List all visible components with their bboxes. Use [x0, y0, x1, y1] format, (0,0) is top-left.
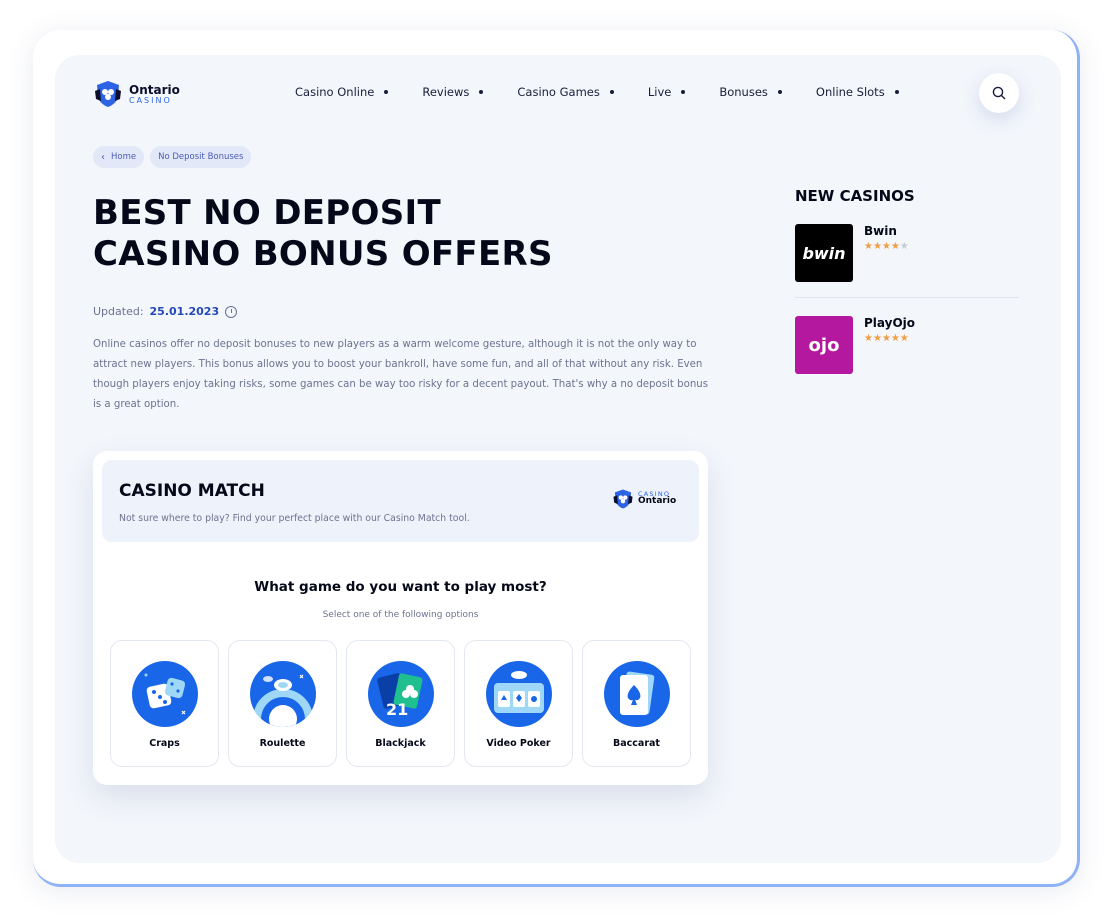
search-button[interactable] [979, 73, 1019, 113]
star-icon: ★ [864, 333, 873, 344]
star-icon: ★ [890, 241, 900, 252]
dropdown-dot-icon [777, 90, 782, 94]
nav-label: Casino Games [517, 85, 600, 99]
shield-logo-icon [613, 489, 633, 509]
updated-date: 25.01.2023 [149, 305, 220, 318]
dropdown-dot-icon [479, 90, 484, 94]
star-icon: ★ [899, 241, 909, 252]
game-options: Craps Roulette 21 Blackjack Video Poker … [110, 640, 691, 767]
star-icon: ★ [872, 241, 882, 252]
star-icon: ★ [881, 241, 891, 252]
dice-icon [132, 661, 198, 727]
sidebar-title: NEW CASINOS [795, 187, 915, 205]
video-poker-icon [486, 661, 552, 727]
casino-match-logo: CASINO Ontario [612, 488, 676, 510]
divider [795, 297, 1019, 298]
dropdown-dot-icon [609, 90, 614, 94]
option-label: Craps [149, 738, 180, 749]
bwin-logo[interactable]: bwin [795, 224, 853, 282]
chevron-left-icon: ‹ [101, 151, 105, 163]
casino-match-header: CASINO MATCH Not sure where to play? Fin… [102, 460, 699, 542]
nav-casino-online[interactable]: Casino Online [295, 85, 389, 99]
intro-text: Online casinos offer no deposit bonuses … [93, 339, 709, 410]
nav-label: Online Slots [815, 85, 885, 99]
option-label: Roulette [259, 738, 306, 749]
shield-logo-icon [95, 81, 121, 107]
logo-name: Ontario [638, 496, 677, 507]
page-title: BEST NO DEPOSIT CASINO BONUS OFFERS [93, 193, 733, 275]
casino-match-title: CASINO MATCH [119, 481, 265, 501]
star-rating: ★★★★★ [864, 241, 909, 252]
option-label: Blackjack [375, 738, 426, 749]
cards-icon: 21 [368, 661, 434, 727]
spade-card-icon [604, 661, 670, 727]
dropdown-dot-icon [681, 90, 686, 94]
page-title-line2: CASINO BONUS OFFERS [93, 234, 553, 274]
option-roulette[interactable]: Roulette [228, 640, 337, 767]
casino-card-playojo[interactable]: ojo PlayOjo ★★★★★ [795, 316, 1019, 376]
casino-name[interactable]: PlayOjo [864, 316, 915, 330]
site-logo[interactable]: Ontario CASINO [93, 77, 183, 111]
star-icon: ★ [890, 333, 900, 344]
roulette-icon [250, 661, 316, 727]
option-craps[interactable]: Craps [110, 640, 219, 767]
playojo-logo[interactable]: ojo [795, 316, 853, 374]
breadcrumb-label: Home [111, 152, 137, 162]
logo-name: Ontario [129, 82, 180, 97]
breadcrumb-current[interactable]: No Deposit Bonuses [150, 146, 252, 168]
nav-live[interactable]: Live [647, 85, 686, 99]
logo-sub: CASINO [129, 95, 172, 105]
casino-match-widget: CASINO MATCH Not sure where to play? Fin… [93, 451, 708, 785]
casino-match-subtitle: Not sure where to play? Find your perfec… [119, 513, 470, 524]
star-icon: ★ [881, 333, 891, 344]
page: Ontario CASINO Casino Online Reviews Cas… [55, 55, 1061, 863]
nav-label: Live [647, 85, 672, 99]
search-icon [992, 86, 1006, 100]
nav-label: Casino Online [295, 85, 375, 99]
breadcrumb-home[interactable]: ‹ Home [93, 146, 145, 168]
clock-icon [225, 305, 238, 318]
nav-label: Reviews [422, 85, 470, 99]
dropdown-dot-icon [894, 90, 899, 94]
main-nav: Casino Online Reviews Casino Games Live … [295, 85, 933, 99]
playojo-logo-text: ojo [808, 334, 840, 356]
star-rating: ★★★★★ [864, 333, 909, 344]
updated-info: Updated: 25.01.2023 [93, 305, 238, 318]
dropdown-dot-icon [384, 90, 389, 94]
nav-label: Bonuses [719, 85, 768, 99]
nav-online-slots[interactable]: Online Slots [816, 85, 899, 99]
option-label: Baccarat [613, 738, 660, 749]
question-title: What game do you want to play most? [254, 579, 547, 595]
nav-casino-games[interactable]: Casino Games [517, 85, 614, 99]
option-video-poker[interactable]: Video Poker [464, 640, 573, 767]
page-title-line1: BEST NO DEPOSIT [93, 193, 441, 233]
casino-name[interactable]: Bwin [864, 224, 897, 238]
breadcrumb: ‹ Home No Deposit Bonuses [93, 146, 252, 168]
star-icon: ★ [899, 333, 909, 344]
nav-reviews[interactable]: Reviews [422, 85, 484, 99]
option-label: Video Poker [486, 738, 551, 749]
svg-text:21: 21 [386, 700, 408, 719]
casino-card-bwin[interactable]: bwin Bwin ★★★★★ [795, 224, 1019, 284]
question-hint: Select one of the following options [322, 610, 479, 620]
updated-label: Updated: [93, 305, 144, 318]
breadcrumb-label: No Deposit Bonuses [158, 152, 244, 162]
star-icon: ★ [872, 333, 882, 344]
nav-bonuses[interactable]: Bonuses [719, 85, 782, 99]
option-baccarat[interactable]: Baccarat [582, 640, 691, 767]
option-blackjack[interactable]: 21 Blackjack [346, 640, 455, 767]
bwin-logo-text: bwin [802, 243, 846, 263]
star-icon: ★ [864, 241, 873, 252]
